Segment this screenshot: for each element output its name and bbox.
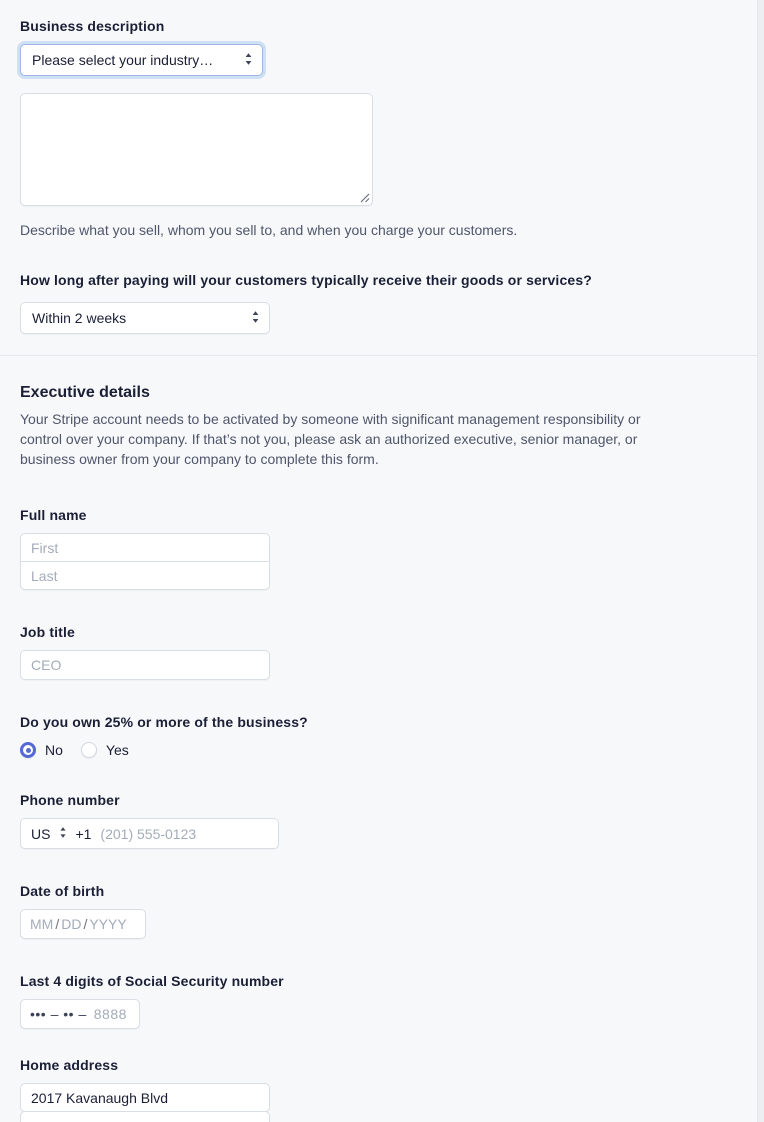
executive-details-title: Executive details (20, 384, 150, 401)
ownership-question-label: Do you own 25% or more of the business? (20, 714, 308, 730)
phone-number-field[interactable]: US +1 (201) 555-0123 (20, 818, 279, 849)
last-name-input[interactable]: Last (20, 561, 270, 590)
ssn-input[interactable]: ••• – •• – 8888 (20, 999, 140, 1029)
home-address-label: Home address (20, 1057, 119, 1073)
dob-month-input[interactable]: MM (30, 916, 53, 932)
address-line1-input[interactable]: 2017 Kavanaugh Blvd (20, 1083, 270, 1112)
fulfillment-select[interactable]: Within 2 weeks (20, 302, 270, 334)
ownership-option-no[interactable]: No (20, 742, 63, 758)
job-title-label: Job title (20, 624, 75, 640)
ssn-placeholder-tail: 8888 (93, 1006, 127, 1022)
date-of-birth-field[interactable]: MM / DD / YYYY (20, 909, 146, 939)
business-description-helper: Describe what you sell, whom you sell to… (20, 222, 518, 238)
fulfillment-select-value: Within 2 weeks (32, 310, 127, 326)
ownership-option-no-label: No (45, 742, 63, 758)
address-line2-input[interactable] (20, 1111, 270, 1122)
first-name-input[interactable]: First (20, 533, 270, 562)
chevron-updown-icon[interactable] (58, 826, 68, 842)
home-address-group: 2017 Kavanaugh Blvd (20, 1083, 737, 1122)
dob-day-input[interactable]: DD (61, 916, 81, 932)
phone-number-label: Phone number (20, 792, 120, 808)
full-name-group: First Last (20, 533, 737, 590)
radio-selected-icon[interactable] (20, 742, 36, 758)
chevron-updown-icon (243, 52, 254, 69)
full-name-label: Full name (20, 507, 87, 523)
fulfillment-question-label: How long after paying will your customer… (20, 272, 592, 288)
radio-unselected-icon[interactable] (80, 742, 97, 758)
business-description-textarea[interactable] (20, 93, 373, 206)
business-description-label: Business description (20, 18, 165, 34)
onboarding-form-page: Business description Please select your … (0, 0, 764, 1122)
phone-number-input[interactable]: (201) 555-0123 (100, 826, 196, 842)
ownership-option-yes[interactable]: Yes (80, 742, 129, 758)
phone-dial-code: +1 (75, 825, 92, 842)
ownership-radio-group: No Yes (20, 742, 737, 758)
ownership-option-yes-label: Yes (105, 742, 129, 758)
chevron-updown-icon (250, 310, 261, 327)
dob-separator-1: / (55, 916, 60, 932)
phone-country-code[interactable]: US (31, 826, 50, 842)
dob-year-input[interactable]: YYYY (89, 916, 126, 932)
ssn-label: Last 4 digits of Social Security number (20, 973, 284, 989)
dob-separator-2: / (83, 916, 88, 932)
executive-details-description: Your Stripe account needs to be activate… (20, 411, 641, 467)
job-title-input[interactable]: CEO (20, 650, 270, 680)
industry-select[interactable]: Please select your industry… (20, 44, 263, 76)
ssn-mask-prefix: ••• – •• – (30, 1006, 87, 1022)
resize-grip-icon[interactable] (356, 189, 370, 203)
industry-select-value: Please select your industry… (32, 52, 214, 68)
form-content: Business description Please select your … (0, 0, 757, 1122)
page-right-edge (757, 0, 764, 1122)
date-of-birth-label: Date of birth (20, 883, 105, 899)
